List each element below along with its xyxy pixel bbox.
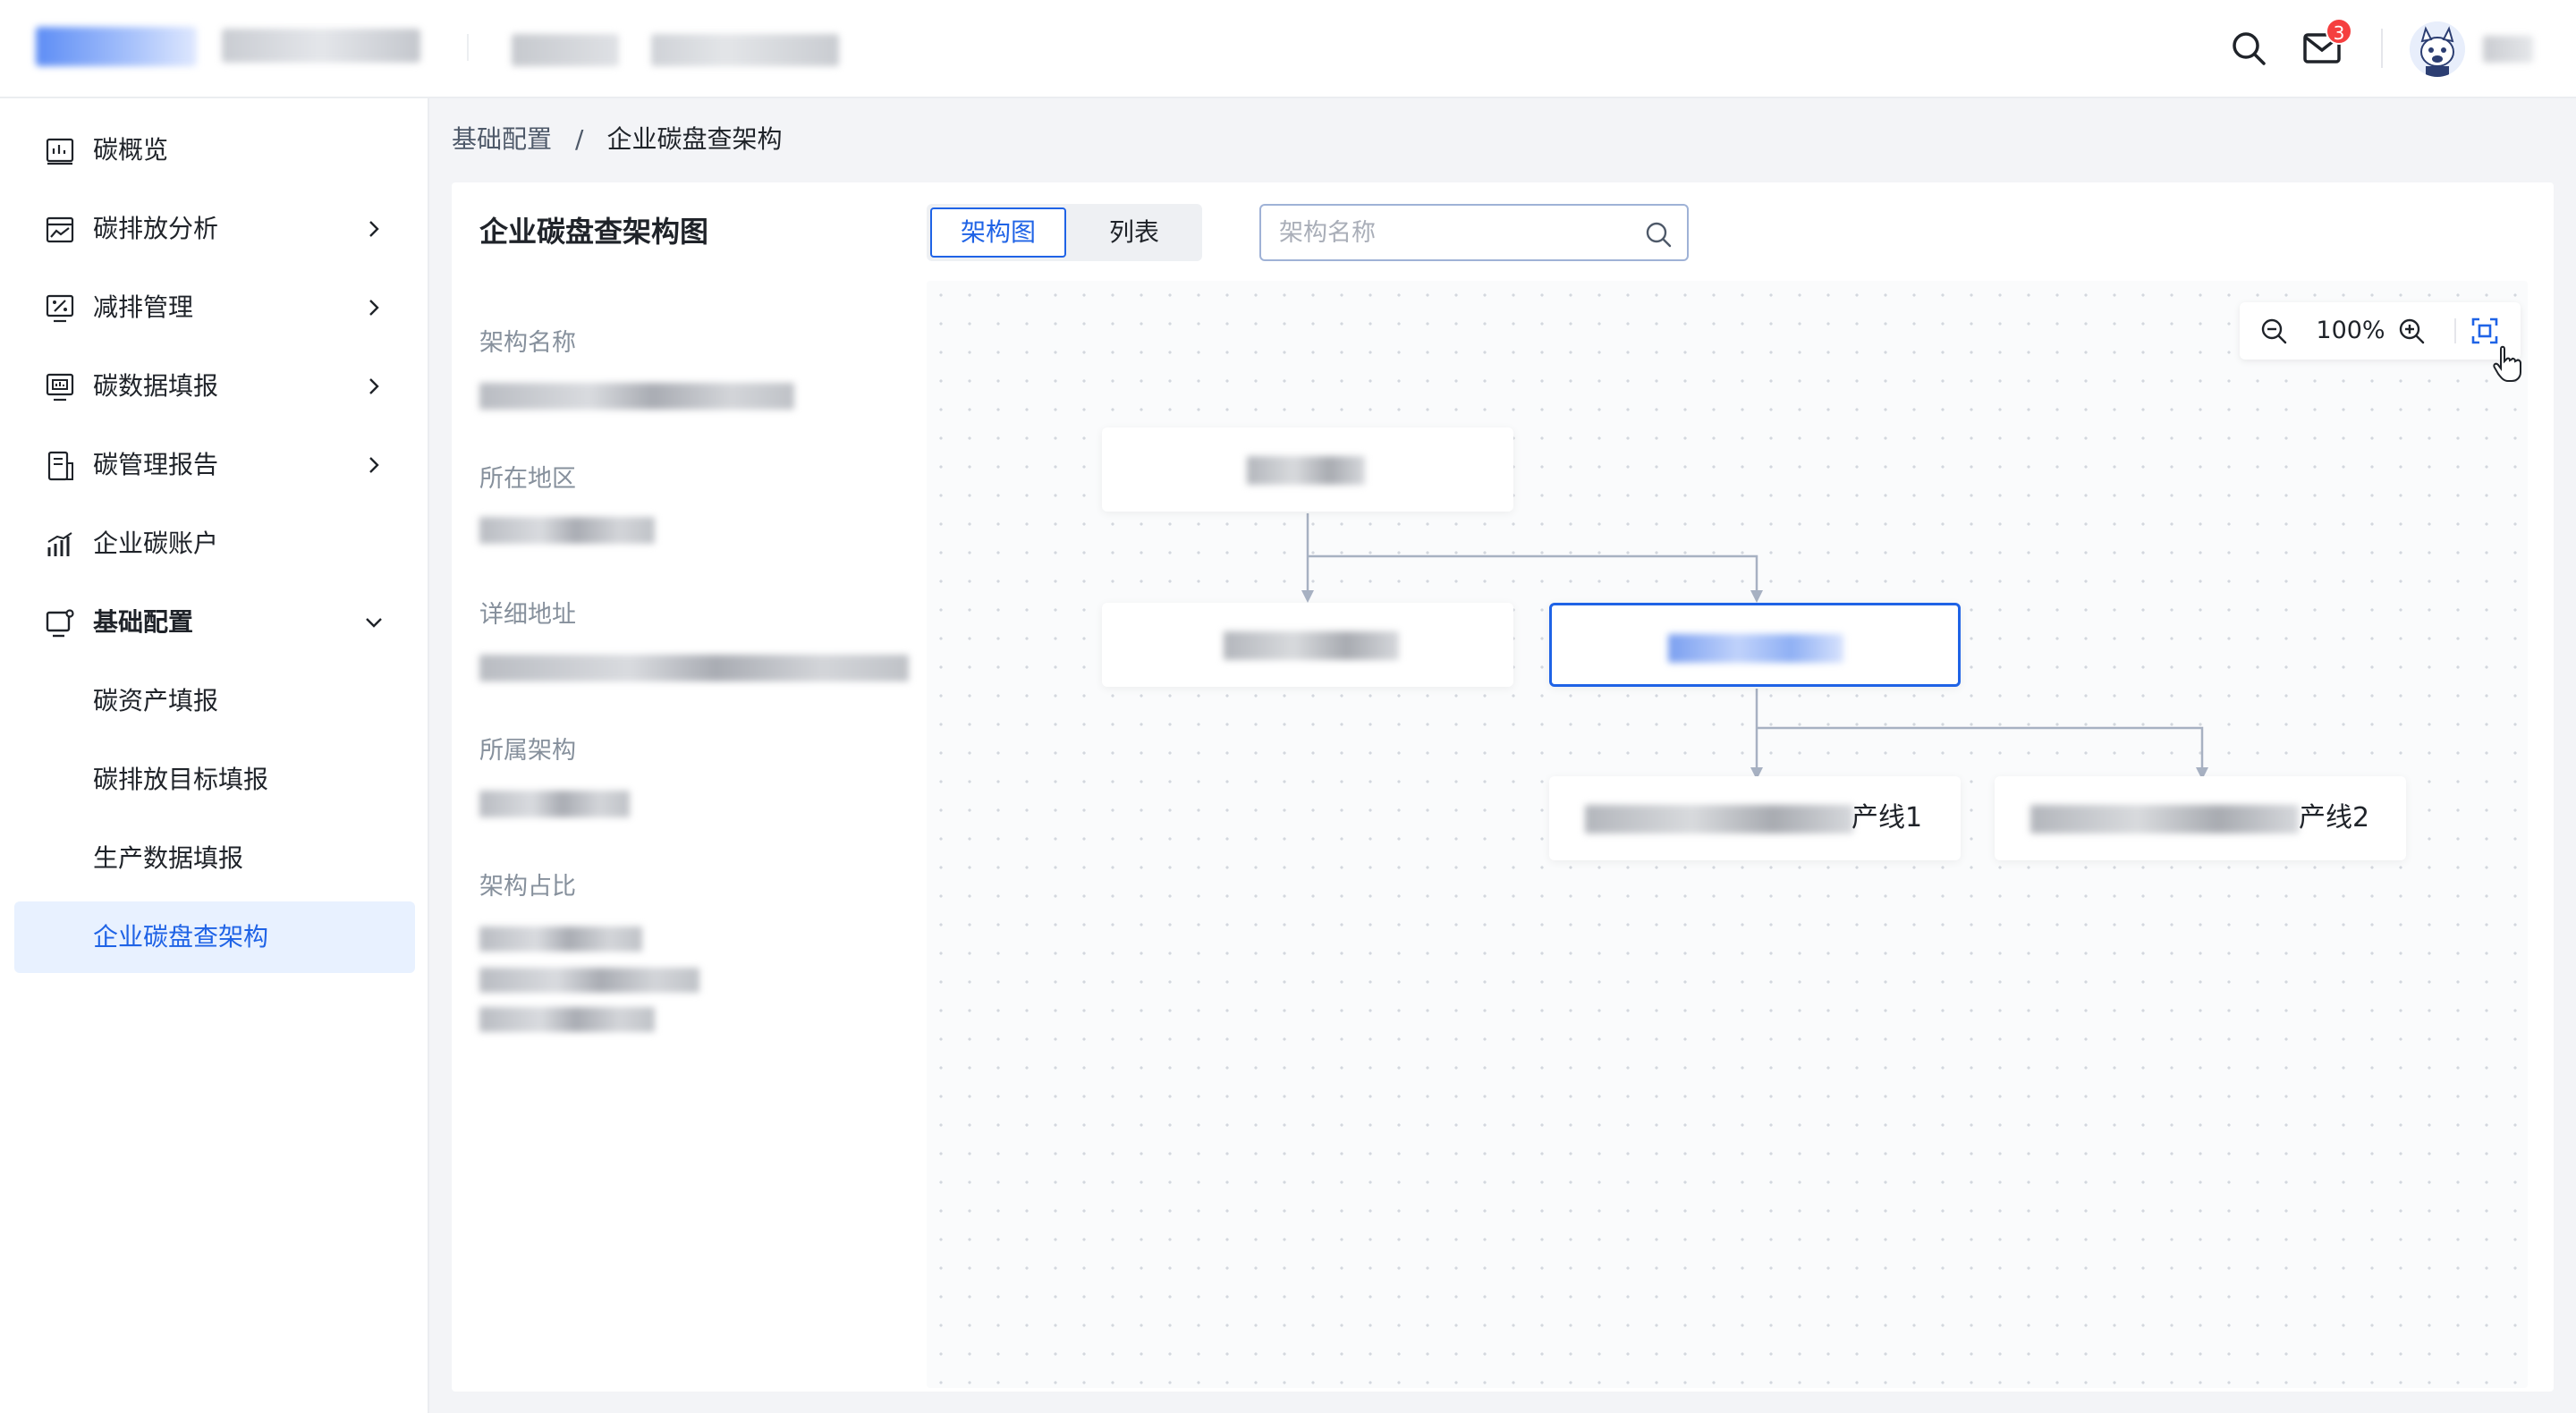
sidebar-item-label: 企业碳盘查架构 [93,922,269,952]
node-label [1585,805,1853,833]
sidebar-item-basic-config[interactable]: 基础配置 [14,587,415,658]
tab-list-view[interactable]: 列表 [1070,207,1199,258]
brand-name [222,29,420,63]
detail-value-ratio-1 [479,926,642,952]
brand-logo [36,27,197,66]
chevron-right-icon [369,457,379,473]
top-nav-dropdown[interactable] [651,34,839,66]
sidebar-item-emission-analysis[interactable]: 碳排放分析 [14,193,415,265]
detail-label-name: 架构名称 [479,329,576,357]
structure-node-child-1[interactable] [1102,603,1513,687]
page-title: 企业碳盘查架构图 [479,215,709,249]
node-line-suffix: 产线2 [2299,802,2370,833]
sidebar-item-label: 碳排放目标填报 [93,765,269,794]
zoom-out-icon[interactable] [2259,317,2288,345]
sidebar-subitem-carbon-asset[interactable]: 碳资产填报 [14,665,415,737]
sidebar-item-carbon-report[interactable]: 碳管理报告 [14,429,415,501]
avatar[interactable] [2410,21,2465,77]
top-nav-item[interactable] [512,34,619,66]
chevron-right-icon [369,221,379,237]
sidebar-item-label: 碳数据填报 [93,371,219,401]
divider [2454,318,2456,343]
percent-monitor-icon [46,294,74,323]
data-monitor-icon [46,373,74,402]
user-name[interactable] [2483,36,2533,63]
sidebar-item-label: 碳概览 [93,135,169,165]
chevron-right-icon [369,378,379,394]
search-icon[interactable] [1644,220,1673,249]
node-label [1224,631,1399,660]
chevron-right-icon [369,300,379,316]
structure-node-root[interactable] [1102,427,1513,512]
sidebar-item-label: 基础配置 [93,607,194,637]
detail-value-address [479,655,909,681]
top-bar: 3 [0,0,2576,98]
sidebar-item-label: 生产数据填报 [93,843,244,873]
node-label [1668,634,1843,663]
search-icon[interactable] [2227,27,2270,70]
structure-node-child-2-selected[interactable] [1549,603,1961,687]
sidebar-item-carbon-overview[interactable]: 碳概览 [14,114,415,186]
detail-label-region: 所在地区 [479,465,576,493]
detail-label-ratio: 架构占比 [479,873,576,901]
sidebar-item-label: 企业碳账户 [93,529,219,558]
structure-node-line-2[interactable]: 产线2 [1995,776,2406,860]
breadcrumb-current: 企业碳盘查架构 [606,124,783,154]
sidebar-item-carbon-account[interactable]: 企业碳账户 [14,508,415,580]
detail-label-address: 详细地址 [479,601,576,629]
breadcrumb: 基础配置 / 企业碳盘查架构 [452,122,782,157]
detail-label-parent: 所属架构 [479,737,576,765]
zoom-controls: 100% [2240,302,2521,360]
chevron-down-icon [366,618,382,628]
search-input[interactable] [1279,215,1637,250]
chart-image-icon [46,216,74,243]
settings-monitor-icon [46,609,74,638]
detail-value-ratio-2 [479,968,699,993]
detail-value-region [479,517,655,544]
zoom-level: 100% [2316,317,2385,344]
dashboard-icon [46,138,74,165]
breadcrumb-parent[interactable]: 基础配置 [452,122,552,157]
bar-chart-icon [47,532,72,556]
sidebar-item-carbon-data-entry[interactable]: 碳数据填报 [14,351,415,422]
sidebar-subitem-production-data[interactable]: 生产数据填报 [14,823,415,894]
sidebar-item-reduction-management[interactable]: 减排管理 [14,272,415,343]
sidebar-subitem-inventory-structure[interactable]: 企业碳盘查架构 [14,901,415,973]
node-line-suffix: 产线1 [1852,802,1923,833]
sidebar-item-label: 碳资产填报 [93,686,219,715]
node-label [2030,805,2299,833]
view-toggle: 架构图 列表 [927,204,1202,261]
detail-value-parent [479,791,630,817]
sidebar-item-label: 碳管理报告 [93,450,219,479]
hand-cursor-icon [2493,345,2521,382]
fit-view-icon[interactable] [2470,317,2499,345]
node-label [1247,456,1365,485]
structure-search [1259,204,1689,261]
sidebar-item-label: 减排管理 [93,292,194,322]
breadcrumb-separator: / [575,124,584,154]
detail-value-name [479,383,794,410]
sidebar: 碳概览 碳排放分析 减排管理 碳数据填报 碳管理报告 企业碳账户 基础配置 碳资… [0,98,429,1413]
sidebar-subitem-emission-target[interactable]: 碳排放目标填报 [14,744,415,816]
detail-value-ratio-3 [479,1007,655,1032]
notification-badge: 3 [2326,18,2352,45]
report-icon [47,451,73,481]
divider [2381,29,2383,68]
divider [467,34,469,61]
zoom-in-icon[interactable] [2397,317,2426,345]
tab-chart-view[interactable]: 架构图 [930,207,1066,258]
sidebar-item-label: 碳排放分析 [93,214,219,243]
structure-node-line-1[interactable]: 产线1 [1549,776,1961,860]
